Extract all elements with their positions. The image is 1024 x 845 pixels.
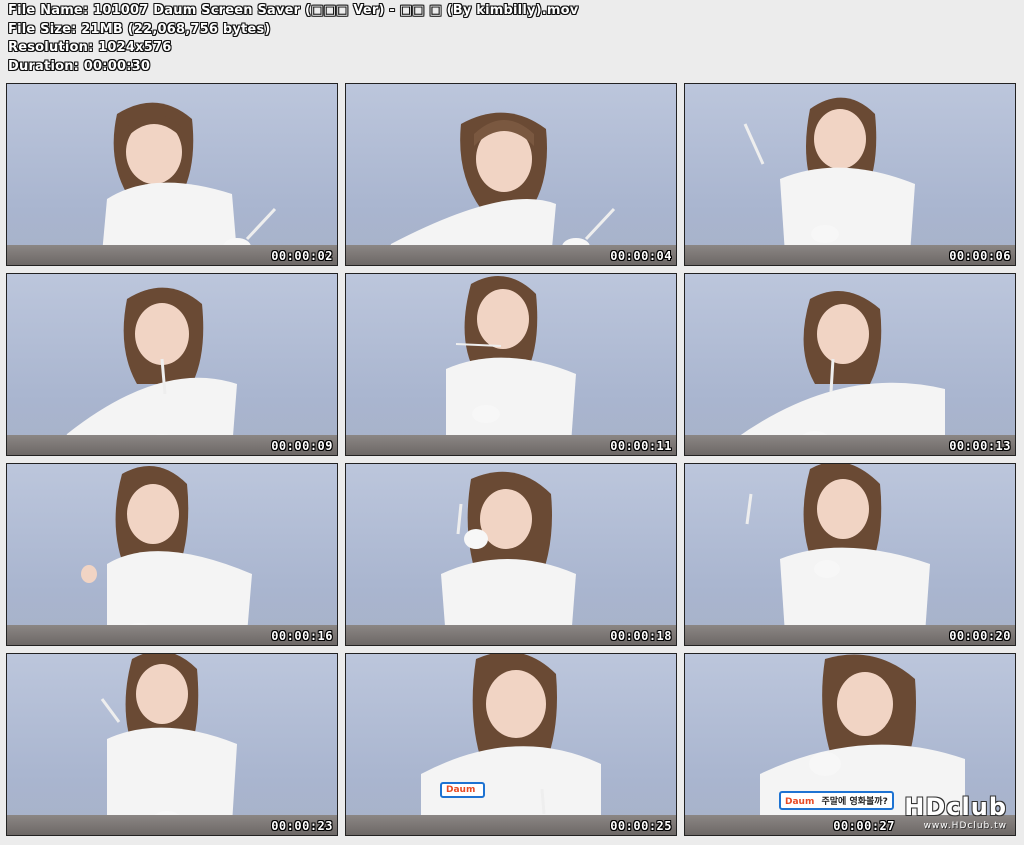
contact-sheet: File Name: 101007 Daum Screen Saver (□□□… [0, 0, 1024, 845]
timestamp: 00:00:02 [271, 249, 333, 263]
hdclub-logo: HDclub [904, 793, 1007, 821]
person-figure [421, 654, 601, 832]
banner-text: 주말에 영화볼까? [821, 797, 888, 807]
person-figure [730, 291, 945, 449]
video-frame [7, 274, 337, 455]
timestamp: 00:00:06 [949, 249, 1011, 263]
timestamp: 00:00:04 [610, 249, 672, 263]
video-frame [685, 464, 1015, 645]
timestamp: 00:00:18 [610, 629, 672, 643]
thumbnail-frame[interactable]: 00:00:20 [684, 463, 1016, 646]
daum-banner: Daum 주말에 영화볼까? [779, 791, 894, 810]
video-frame [685, 84, 1015, 265]
video-frame [7, 654, 337, 835]
person-figure [743, 97, 915, 254]
file-size: File Size: 21MB (22,068,756 bytes) [8, 21, 271, 37]
person-figure [745, 464, 930, 634]
hdclub-watermark: HDclub www.HDclub.tw [904, 793, 1007, 831]
thumbnail-frame[interactable]: 00:00:09 [6, 273, 338, 456]
video-frame [346, 274, 676, 455]
video-frame [346, 464, 676, 645]
timestamp: 00:00:20 [949, 629, 1011, 643]
person-figure [446, 276, 576, 444]
timestamp: 00:00:27 [833, 819, 895, 833]
thumbnail-frame[interactable]: 00:00:06 [684, 83, 1016, 266]
person-figure [102, 102, 277, 256]
resolution: Resolution: 1024x576 [8, 40, 172, 55]
thumbnail-frame[interactable]: 00:00:11 [345, 273, 677, 456]
video-frame [7, 84, 337, 265]
timestamp: 00:00:25 [610, 819, 672, 833]
thumbnail-frame[interactable]: 00:00:16 [6, 463, 338, 646]
thumbnail-frame[interactable]: 00:00:13 [684, 273, 1016, 456]
thumbnail-frame[interactable]: 00:00:23 [6, 653, 338, 836]
timestamp: 00:00:11 [610, 439, 672, 453]
video-frame [346, 84, 676, 265]
thumbnail-frame[interactable]: 00:00:18 [345, 463, 677, 646]
video-frame [7, 464, 337, 645]
daum-logo: Daum [446, 785, 476, 795]
person-figure [441, 471, 576, 639]
timestamp: 00:00:16 [271, 629, 333, 643]
hdclub-url: www.HDclub.tw [923, 821, 1007, 831]
thumbnail-frame[interactable]: Daum 00:00:25 [345, 653, 677, 836]
thumbnail-frame[interactable]: 00:00:04 [345, 83, 677, 266]
timestamp: 00:00:13 [949, 439, 1011, 453]
person-figure [62, 287, 237, 450]
person-figure [81, 466, 252, 639]
timestamp: 00:00:09 [271, 439, 333, 453]
person-figure [100, 654, 237, 827]
video-frame [685, 274, 1015, 455]
duration: Duration: 00:00:30 [8, 58, 151, 74]
file-info: File Name: 101007 Daum Screen Saver (□□□… [8, 2, 578, 76]
daum-banner: Daum [440, 782, 486, 798]
person-figure [386, 112, 616, 259]
thumbnail-frame[interactable]: 00:00:02 [6, 83, 338, 266]
file-name: File Name: 101007 Daum Screen Saver (□□□… [8, 3, 579, 18]
thumbnail-frame[interactable]: Daum 주말에 영화볼까? HDclub www.HDclub.tw 00:0… [684, 653, 1016, 836]
daum-logo: Daum [785, 797, 815, 807]
timestamp: 00:00:23 [271, 819, 333, 833]
video-frame [346, 654, 676, 835]
